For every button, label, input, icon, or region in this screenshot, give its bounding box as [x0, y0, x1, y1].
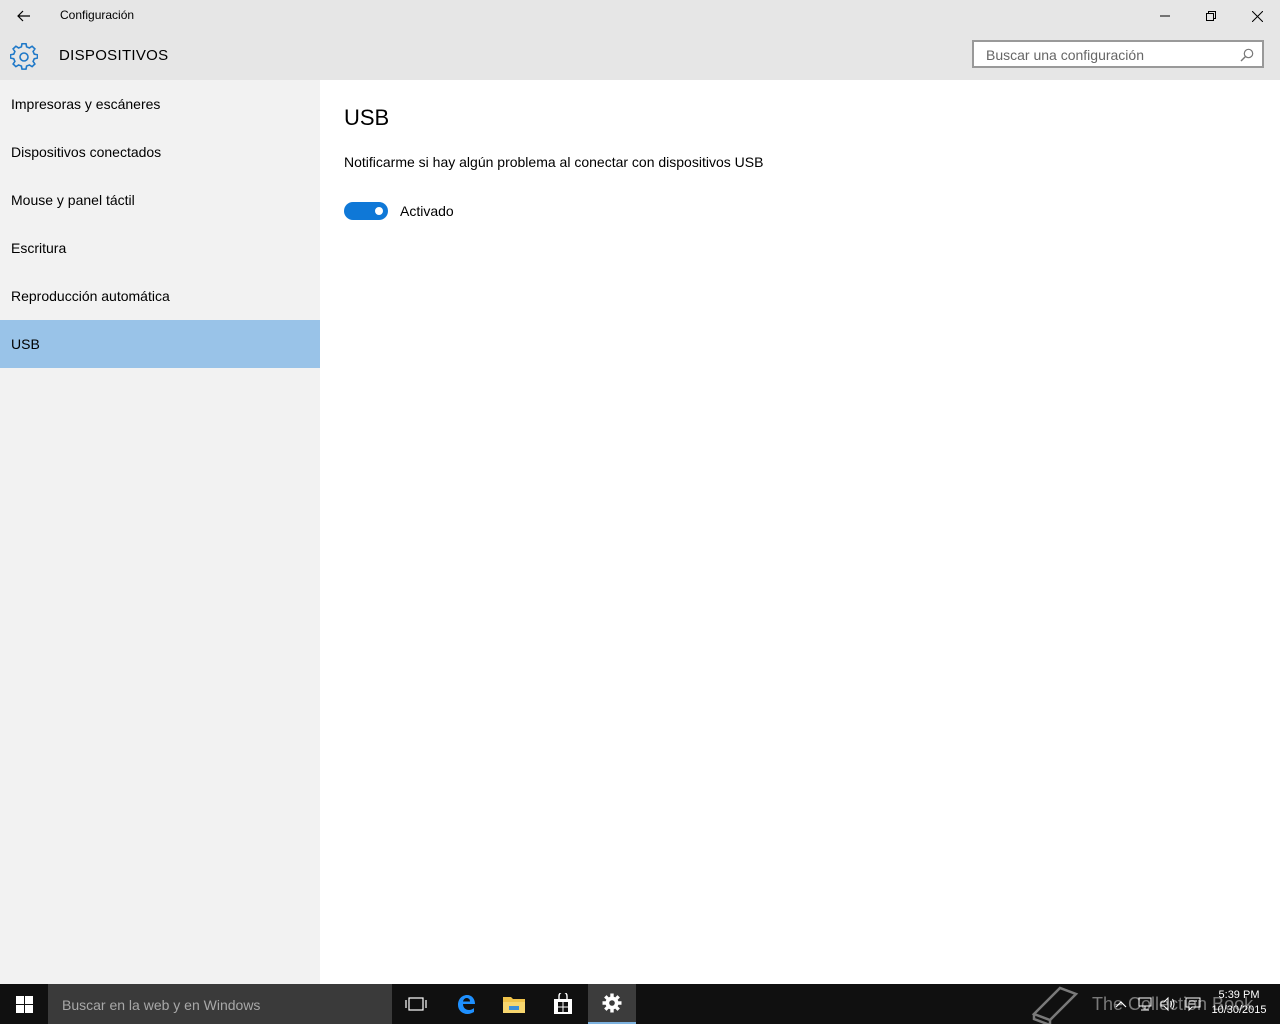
book-icon	[1031, 986, 1079, 1024]
gear-icon	[10, 43, 38, 70]
settings-app-button[interactable]	[588, 984, 636, 1024]
back-arrow-icon	[17, 10, 30, 22]
system-clock[interactable]: 5:39 PM 10/30/2015	[1206, 988, 1272, 1018]
edge-button[interactable]	[442, 984, 490, 1024]
minimize-button[interactable]	[1142, 0, 1188, 32]
windows-logo-icon	[15, 995, 33, 1013]
action-center-button[interactable]	[1185, 996, 1201, 1012]
action-center-icon	[1185, 997, 1201, 1012]
taskbar: The Collection Book 5:39 PM 10/30/2015	[0, 984, 1280, 1024]
settings-search-box[interactable]	[972, 40, 1264, 68]
store-icon	[554, 993, 572, 1014]
close-icon	[1251, 10, 1263, 22]
sidebar-item-autoplay[interactable]: Reproducción automática	[0, 272, 320, 320]
network-icon	[1138, 997, 1152, 1011]
taskbar-search-input[interactable]	[60, 995, 384, 1015]
restore-button[interactable]	[1188, 0, 1234, 32]
page-title: USB	[344, 105, 390, 130]
task-view-icon	[405, 997, 427, 1011]
sidebar-item-usb[interactable]: USB	[0, 320, 320, 368]
file-explorer-button[interactable]	[490, 984, 538, 1024]
store-button[interactable]	[539, 984, 587, 1024]
sidebar: Impresoras y escáneres Dispositivos cone…	[0, 80, 320, 984]
task-view-button[interactable]	[392, 984, 440, 1024]
header: DISPOSITIVOS	[0, 32, 1280, 80]
volume-button[interactable]	[1160, 996, 1176, 1012]
sidebar-item-typing[interactable]: Escritura	[0, 224, 320, 272]
restore-icon	[1206, 11, 1216, 21]
volume-icon	[1160, 996, 1175, 1012]
section-title: DISPOSITIVOS	[59, 47, 169, 64]
main-content: USB Notificarme si hay algún problema al…	[320, 80, 1280, 984]
back-button[interactable]	[0, 0, 48, 32]
chevron-up-icon	[1115, 1001, 1127, 1008]
toggle-knob	[375, 207, 383, 215]
clock-date: 10/30/2015	[1211, 1004, 1267, 1016]
minimize-icon	[1160, 15, 1170, 17]
usb-notification-toggle[interactable]	[344, 202, 388, 220]
taskbar-search-box[interactable]	[48, 984, 392, 1024]
file-explorer-icon	[503, 997, 525, 1013]
sidebar-item-printers[interactable]: Impresoras y escáneres	[0, 80, 320, 128]
start-button[interactable]	[0, 984, 48, 1024]
sidebar-item-connected-devices[interactable]: Dispositivos conectados	[0, 128, 320, 176]
title-bar: Configuración	[0, 0, 1280, 32]
close-button[interactable]	[1234, 0, 1280, 32]
toggle-state-label: Activado	[400, 203, 454, 219]
setting-description: Notificarme si hay algún problema al con…	[344, 154, 764, 170]
show-hidden-icons-button[interactable]	[1113, 996, 1129, 1012]
settings-search-input[interactable]	[984, 45, 1238, 65]
search-icon[interactable]	[1240, 48, 1254, 62]
sidebar-item-mouse-touchpad[interactable]: Mouse y panel táctil	[0, 176, 320, 224]
settings-icon	[602, 993, 622, 1013]
window-title: Configuración	[60, 8, 135, 22]
clock-time: 5:39 PM	[1218, 989, 1260, 1001]
edge-icon	[458, 995, 475, 1014]
network-button[interactable]	[1137, 996, 1153, 1012]
